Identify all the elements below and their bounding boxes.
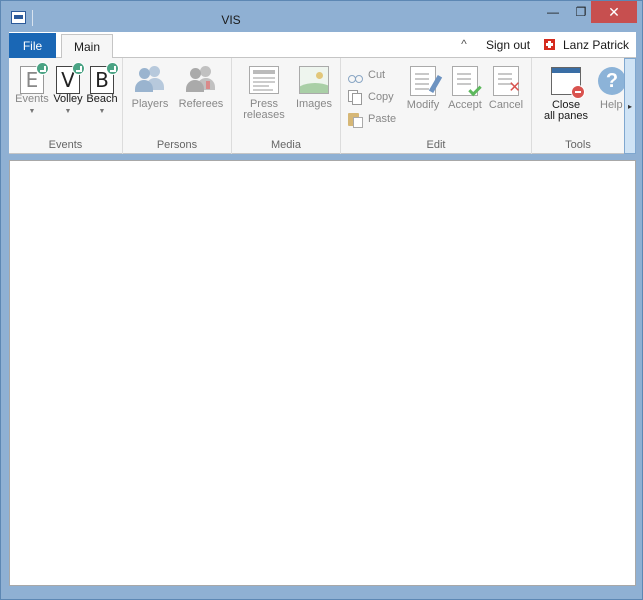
copy-label: Copy bbox=[368, 91, 394, 103]
arrow-badge-icon bbox=[36, 62, 49, 75]
tab-file[interactable]: File bbox=[9, 33, 56, 58]
images-button-label: Images bbox=[295, 98, 333, 110]
window-title: VIS bbox=[221, 13, 241, 27]
edit-document-icon bbox=[410, 66, 443, 96]
app-window: VIS — ❐ ✕ File Main ^ Sign out Lanz Patr… bbox=[0, 0, 643, 600]
modify-button-label: Modify bbox=[406, 99, 440, 111]
volley-icon: V bbox=[56, 62, 85, 94]
events-button[interactable]: E Events ▼ bbox=[13, 62, 51, 117]
help-button-label: Help bbox=[600, 99, 623, 111]
tools-group: Close all panes ? Help Tools bbox=[532, 58, 626, 154]
media-group-label: Media bbox=[271, 139, 301, 151]
chevron-down-icon: ▼ bbox=[98, 108, 106, 115]
arrow-badge-icon bbox=[106, 62, 119, 75]
ribbon-scroll-right-button[interactable]: ▸ bbox=[624, 58, 636, 154]
chevron-right-icon: ▸ bbox=[627, 101, 632, 111]
chevron-down-icon: ▼ bbox=[28, 108, 36, 115]
close-button[interactable]: ✕ bbox=[591, 1, 637, 23]
ribbon: E Events ▼ V Volley ▼ B Beach ▼ Events P… bbox=[9, 58, 636, 154]
press-releases-label-line2: releases bbox=[243, 109, 285, 121]
close-all-panes-label-line2: all panes bbox=[543, 110, 589, 122]
accept-button-label: Accept bbox=[448, 99, 482, 111]
close-all-panes-button[interactable]: Close all panes bbox=[536, 67, 596, 122]
title-bar[interactable]: VIS — ❐ ✕ bbox=[1, 1, 642, 31]
events-group-label: Events bbox=[48, 139, 83, 151]
persons-group: Players Referees Persons bbox=[123, 58, 232, 154]
swiss-flag-icon bbox=[544, 39, 555, 50]
close-icon: ✕ bbox=[608, 3, 620, 20]
beach-button-label: Beach bbox=[86, 93, 118, 105]
tools-group-label: Tools bbox=[565, 139, 591, 151]
help-button[interactable]: ? Help bbox=[596, 67, 626, 111]
sign-out-link[interactable]: Sign out bbox=[486, 38, 530, 52]
cut-label: Cut bbox=[368, 69, 386, 81]
volley-button[interactable]: V Volley ▼ bbox=[49, 62, 87, 117]
accept-document-icon bbox=[452, 66, 482, 97]
main-content-pane[interactable] bbox=[9, 160, 636, 586]
close-panes-icon bbox=[551, 67, 585, 99]
accept-button[interactable]: Accept bbox=[445, 66, 485, 111]
events-button-label: Events bbox=[15, 93, 49, 105]
newspaper-icon bbox=[249, 66, 279, 94]
image-icon bbox=[299, 66, 329, 94]
players-button-label: Players bbox=[131, 98, 169, 110]
clipboard-icon bbox=[347, 111, 363, 128]
collapse-ribbon-icon[interactable]: ^ bbox=[457, 37, 471, 51]
players-icon bbox=[134, 66, 166, 94]
help-icon: ? bbox=[598, 67, 626, 95]
minimize-button[interactable]: — bbox=[539, 1, 567, 23]
events-icon: E bbox=[20, 62, 49, 94]
copy-icon bbox=[347, 89, 363, 105]
cancel-button-label: Cancel bbox=[488, 99, 524, 111]
volley-button-label: Volley bbox=[53, 93, 83, 105]
chevron-down-icon: ▼ bbox=[64, 108, 72, 115]
beach-button[interactable]: B Beach ▼ bbox=[83, 62, 121, 117]
players-button[interactable]: Players bbox=[127, 66, 173, 110]
events-group: E Events ▼ V Volley ▼ B Beach ▼ Events bbox=[9, 58, 123, 154]
paste-label: Paste bbox=[368, 113, 397, 125]
referees-icon bbox=[185, 66, 217, 94]
modify-button[interactable]: Modify bbox=[403, 66, 443, 111]
cut-button[interactable]: Cut bbox=[347, 67, 385, 83]
beach-icon: B bbox=[90, 62, 119, 94]
minimize-icon: — bbox=[547, 5, 559, 19]
cancel-document-icon: ✕ bbox=[493, 66, 521, 96]
edit-group: Cut Copy Paste Modify Accept ✕ Cancel Ed… bbox=[341, 58, 532, 154]
paste-button[interactable]: Paste bbox=[347, 111, 397, 128]
cancel-button[interactable]: ✕ Cancel bbox=[485, 66, 527, 111]
ribbon-tabs: File Main ^ Sign out Lanz Patrick bbox=[9, 32, 636, 59]
press-releases-button[interactable]: Press releases bbox=[236, 66, 292, 121]
media-group: Press releases Images Media bbox=[232, 58, 341, 154]
restore-icon: ❐ bbox=[575, 5, 587, 19]
referees-button[interactable]: Referees bbox=[173, 66, 229, 110]
tab-main[interactable]: Main bbox=[61, 34, 113, 59]
referees-button-label: Referees bbox=[178, 98, 224, 110]
scissors-icon bbox=[347, 67, 363, 83]
edit-group-label: Edit bbox=[426, 139, 446, 151]
user-name[interactable]: Lanz Patrick bbox=[563, 38, 629, 52]
copy-button[interactable]: Copy bbox=[347, 89, 394, 105]
images-button[interactable]: Images bbox=[290, 66, 338, 110]
persons-group-label: Persons bbox=[156, 139, 198, 151]
